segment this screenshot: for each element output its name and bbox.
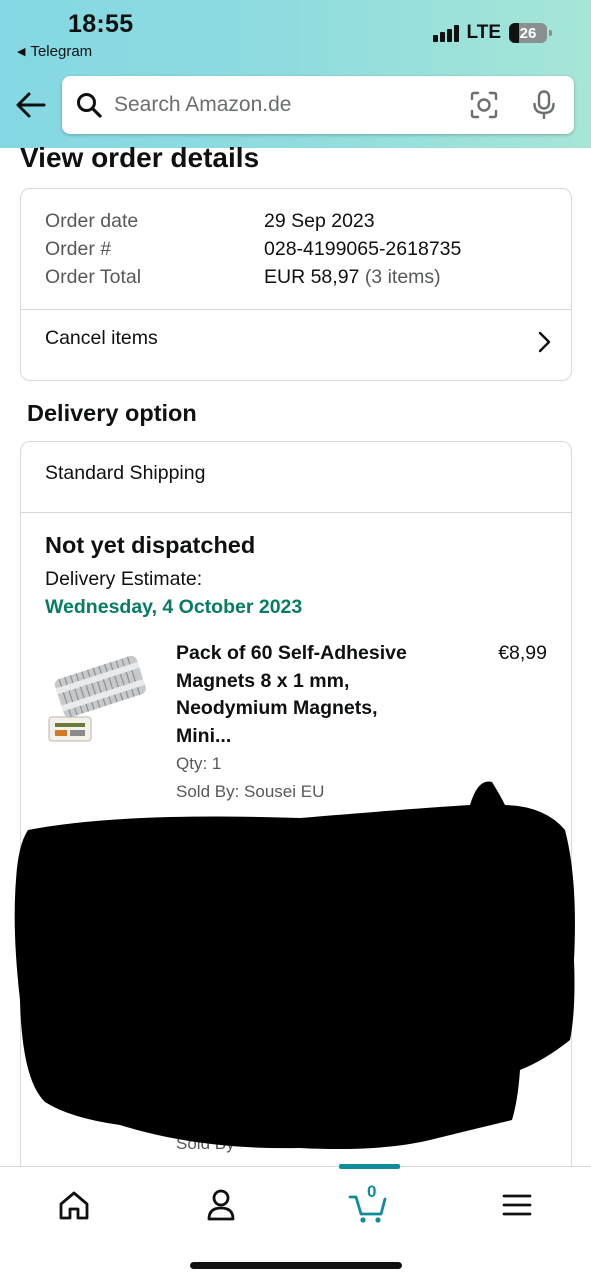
home-indicator[interactable] <box>190 1262 402 1269</box>
home-icon[interactable] <box>54 1185 94 1225</box>
divider <box>21 512 571 513</box>
order-total-row: Order Total EUR 58,97 (3 items) <box>45 263 461 291</box>
delivery-option-heading: Delivery option <box>27 400 197 426</box>
back-arrow-icon[interactable] <box>14 88 48 122</box>
camera-scan-icon[interactable] <box>470 91 498 119</box>
order-date-value: 29 Sep 2023 <box>264 210 375 232</box>
back-triangle-icon: ◀ <box>17 46 26 58</box>
shipping-method: Standard Shipping <box>45 462 206 484</box>
order-summary-card: Order date 29 Sep 2023 Order # 028-41990… <box>20 188 572 381</box>
divider <box>21 309 571 310</box>
status-indicators: LTE 26 <box>432 22 552 44</box>
product-price-2: 9,99 <box>507 832 545 854</box>
app-header: 18:55 ◀ Telegram LTE 26 Search Amazon.de <box>0 0 591 148</box>
chevron-right-icon[interactable] <box>533 327 555 357</box>
cart-count-badge: 0 <box>367 1182 377 1201</box>
order-number-value: 028-4199065-2618735 <box>264 238 462 260</box>
order-number-label: Order # <box>45 238 112 260</box>
signal-icon <box>432 24 459 42</box>
order-item-count: (3 items) <box>364 266 441 288</box>
status-time: 18:55 <box>68 10 134 38</box>
cancel-items-link[interactable]: Cancel items <box>45 327 158 350</box>
product-price-3: ,99 <box>519 994 547 1016</box>
menu-icon[interactable] <box>497 1185 537 1225</box>
product-title[interactable]: Pack of 60 Self-Adhesive Magnets 8 x 1 m… <box>176 640 436 750</box>
order-number-row: Order # 028-4199065-2618735 <box>45 235 461 263</box>
back-app-label: Telegram <box>30 43 93 60</box>
product-thumbnail[interactable] <box>45 647 151 747</box>
active-tab-indicator <box>339 1164 400 1169</box>
order-date-row: Order date 29 Sep 2023 <box>45 207 461 235</box>
delivery-card: Standard Shipping Not yet dispatched Del… <box>20 441 572 1201</box>
battery-icon: 26 <box>509 23 552 43</box>
microphone-icon[interactable] <box>532 90 556 120</box>
product-price: €8,99 <box>498 642 547 664</box>
product-seller-fragment: Sold By <box>176 1134 235 1153</box>
battery-level: 26 <box>519 24 537 42</box>
order-date-label: Order date <box>45 210 139 232</box>
product-quantity: Qty: 1 <box>176 754 222 773</box>
search-icon <box>77 93 102 118</box>
delivery-estimate-date: Wednesday, 4 October 2023 <box>45 596 303 618</box>
order-total-label: Order Total <box>45 266 142 288</box>
shipment-status: Not yet dispatched <box>45 532 256 558</box>
order-total-value: EUR 58,97 <box>264 266 360 288</box>
network-type: LTE <box>466 22 501 43</box>
product-seller: Sold By: Sousei EU <box>176 782 325 801</box>
order-info: Order date 29 Sep 2023 Order # 028-41990… <box>45 207 461 291</box>
page-title: View order details <box>20 142 260 173</box>
account-icon[interactable] <box>201 1185 241 1225</box>
order-details-screen: 18:55 ◀ Telegram LTE 26 Search Amazon.de… <box>0 0 591 1280</box>
search-bar[interactable]: Search Amazon.de <box>62 76 574 134</box>
delivery-estimate-label: Delivery Estimate: <box>45 568 203 590</box>
back-to-app-link[interactable]: ◀ Telegram <box>17 43 92 60</box>
search-input[interactable]: Search Amazon.de <box>114 93 470 117</box>
